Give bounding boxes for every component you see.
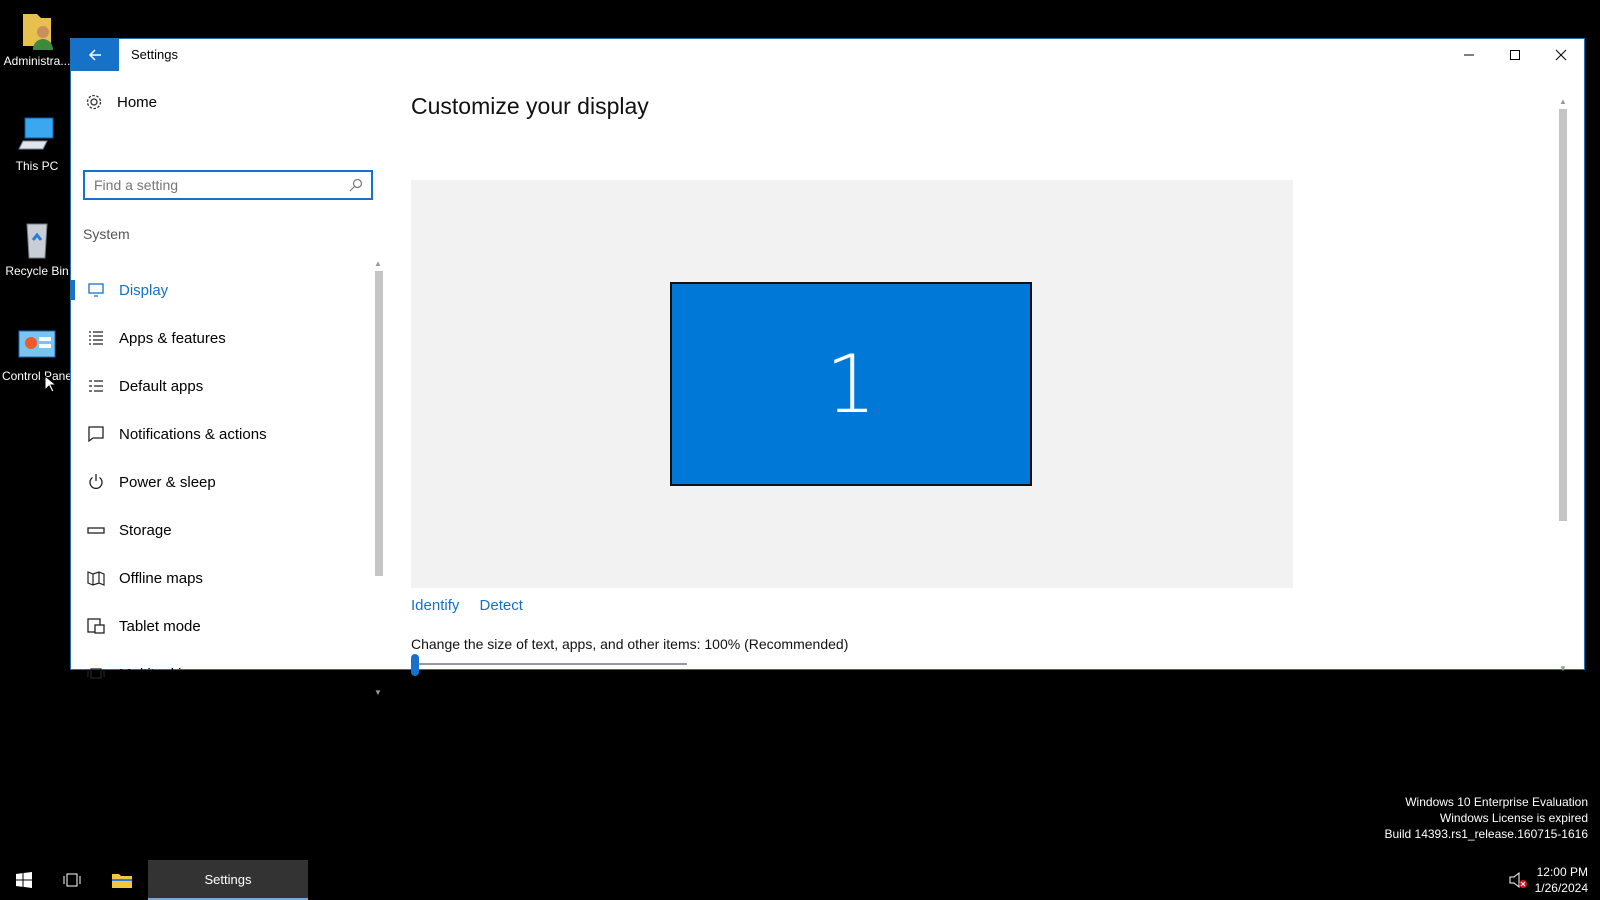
sidebar-item-label: Multitasking [119, 665, 199, 683]
close-button[interactable] [1538, 39, 1584, 71]
sidebar-item-display[interactable]: Display [71, 266, 381, 314]
gear-icon [86, 94, 102, 110]
display-icon [87, 281, 105, 299]
recycle-bin-icon [17, 220, 57, 260]
windows-watermark: Windows 10 Enterprise Evaluation Windows… [1385, 794, 1589, 842]
start-button[interactable] [0, 860, 48, 900]
user-folder-icon [17, 10, 57, 50]
desktop-icon-this-pc[interactable]: This PC [1, 115, 73, 173]
notifications-icon [87, 425, 105, 443]
sidebar-scroll-thumb[interactable] [375, 271, 383, 576]
search-input[interactable] [85, 176, 349, 194]
desktop-icon-label: Administra... [3, 54, 71, 68]
display-arrangement-area: 1 [411, 180, 1293, 588]
desktop-icon-control-panel[interactable]: Control Pane [1, 325, 73, 383]
watermark-build: Build 14393.rs1_release.160715-1616 [1384, 827, 1589, 841]
taskbar-settings-app[interactable]: Settings [148, 860, 308, 900]
search-box [83, 170, 373, 200]
task-view-button[interactable] [48, 860, 96, 900]
scale-slider[interactable] [411, 654, 687, 676]
main-content: Customize your display 1 Identify Detect… [411, 71, 1568, 676]
section-label: System [83, 226, 130, 242]
sidebar-item-offline-maps[interactable]: Offline maps [71, 554, 381, 602]
sidebar-item-label: Storage [119, 521, 172, 539]
multitasking-icon [87, 665, 105, 683]
maximize-icon [1510, 50, 1520, 60]
windows-logo-icon [16, 872, 32, 888]
scroll-down-icon[interactable]: ▼ [1559, 664, 1567, 673]
scroll-up-icon[interactable]: ▲ [1559, 97, 1567, 106]
main-scrollbar[interactable]: ▲ ▼ [1556, 97, 1568, 673]
main-scroll-thumb[interactable] [1559, 109, 1567, 521]
maximize-button[interactable] [1492, 39, 1538, 71]
sidebar-item-label: Default apps [119, 377, 204, 395]
sidebar-item-multitasking[interactable]: Multitasking [71, 650, 381, 698]
scroll-down-icon[interactable]: ▼ [374, 688, 382, 697]
sidebar-scrollbar[interactable]: ▲ ▼ [373, 259, 383, 697]
clock-date: 1/26/2024 [1534, 881, 1588, 895]
apps-list-icon [87, 329, 105, 347]
home-label: Home [117, 93, 158, 111]
sidebar-item-label: Tablet mode [119, 617, 201, 635]
tablet-mode-icon [87, 617, 105, 635]
desktop-icon-label: This PC [15, 159, 59, 173]
sidebar-item-tablet-mode[interactable]: Tablet mode [71, 602, 381, 650]
power-icon [87, 473, 105, 491]
sidebar-item-notifications[interactable]: Notifications & actions [71, 410, 381, 458]
task-view-icon [63, 873, 81, 887]
desktop-icon-label: Control Pane [1, 369, 73, 383]
computer-icon [17, 115, 57, 155]
watermark-license: Windows License is expired [1439, 811, 1588, 825]
watermark-edition: Windows 10 Enterprise Evaluation [1405, 795, 1588, 809]
sidebar-nav: Display Apps & features Default apps Not… [71, 266, 381, 698]
window-title: Settings [131, 47, 178, 62]
system-clock[interactable]: 12:00 PM 1/26/2024 [1535, 864, 1588, 896]
sidebar-item-label: Display [119, 281, 169, 299]
sidebar-item-label: Offline maps [119, 569, 203, 587]
file-explorer-icon [112, 874, 132, 888]
desktop-icon-recycle-bin[interactable]: Recycle Bin [1, 220, 73, 278]
settings-window: Settings Home System Display A [70, 38, 1585, 697]
clock-time: 12:00 PM [1536, 865, 1588, 879]
home-link[interactable]: Home [85, 93, 157, 111]
back-arrow-icon [88, 49, 101, 61]
taskbar: Settings 12:00 PM 1/26/2024 [0, 860, 1600, 900]
search-icon[interactable] [349, 178, 363, 192]
default-apps-icon [87, 377, 105, 395]
title-bar: Settings [71, 39, 1584, 71]
monitor-1-tile[interactable]: 1 [670, 282, 1032, 486]
file-explorer-button[interactable] [98, 860, 146, 900]
close-icon [1555, 49, 1567, 61]
control-panel-icon [17, 325, 57, 365]
sidebar-item-apps-features[interactable]: Apps & features [71, 314, 381, 362]
page-title: Customize your display [411, 93, 649, 119]
display-links: Identify Detect [411, 597, 539, 614]
back-button[interactable] [71, 39, 119, 71]
minimize-button[interactable] [1446, 39, 1492, 71]
sidebar-item-storage[interactable]: Storage [71, 506, 381, 554]
map-icon [87, 569, 105, 587]
identify-link[interactable]: Identify [411, 597, 459, 614]
slider-thumb[interactable] [411, 654, 419, 676]
sidebar-item-default-apps[interactable]: Default apps [71, 362, 381, 410]
slider-track [413, 663, 687, 665]
scroll-up-icon[interactable]: ▲ [374, 259, 382, 268]
storage-icon [87, 521, 105, 539]
minimize-icon [1464, 54, 1474, 56]
sidebar-item-label: Apps & features [119, 329, 226, 347]
desktop-icon-label: Recycle Bin [5, 264, 69, 278]
sidebar: Home System Display Apps & features Defa… [71, 71, 391, 697]
desktop-icon-administrator[interactable]: Administra... [1, 10, 73, 68]
sidebar-item-label: Notifications & actions [119, 425, 267, 443]
mouse-cursor-icon [44, 375, 56, 393]
sidebar-item-label: Power & sleep [119, 473, 216, 491]
speaker-muted-icon[interactable] [1508, 871, 1528, 889]
detect-link[interactable]: Detect [480, 597, 523, 614]
scale-label: Change the size of text, apps, and other… [411, 636, 849, 652]
sidebar-item-power-sleep[interactable]: Power & sleep [71, 458, 381, 506]
